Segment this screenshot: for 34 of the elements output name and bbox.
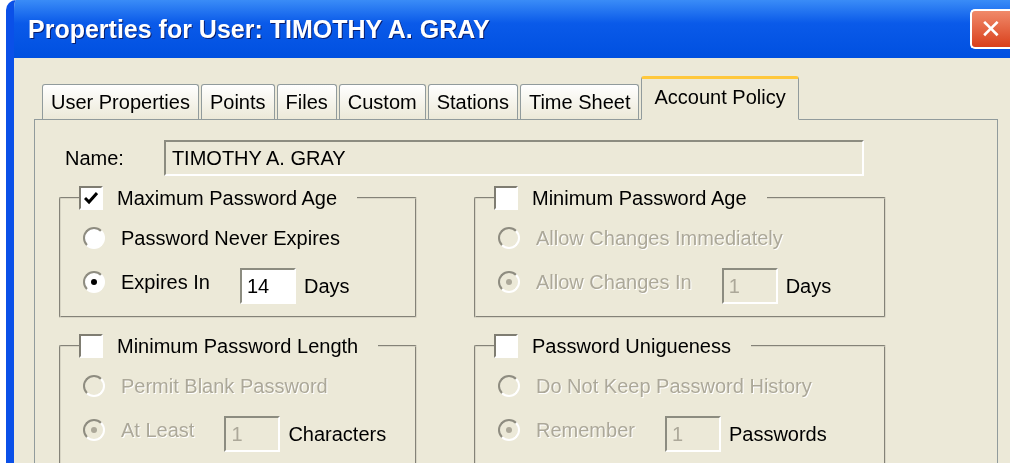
unit-label: Characters (288, 422, 387, 446)
radio-button[interactable] (83, 227, 105, 249)
group-title: Password Unigueness (532, 334, 731, 358)
option-label: At Least (121, 418, 195, 442)
check-icon (84, 191, 98, 205)
unit-label: Passwords (728, 422, 827, 446)
name-field[interactable]: TIMOTHY A. GRAY (163, 140, 864, 176)
group-title: Maximum Password Age (117, 186, 338, 210)
tab[interactable]: Time Sheet (519, 84, 640, 119)
group-title: Minimum Password Length (117, 334, 359, 358)
unit-label: Days (785, 274, 832, 298)
checkbox[interactable] (79, 186, 103, 210)
tab[interactable]: User Properties (42, 84, 199, 119)
checkbox[interactable] (494, 186, 518, 210)
option-label: Remember (536, 418, 635, 442)
option-label: Expires In (121, 270, 210, 294)
tab[interactable]: Stations (427, 84, 518, 119)
tab[interactable]: Points (200, 84, 275, 119)
option-label: Allow Changes Immediately (536, 226, 783, 250)
checkbox[interactable] (79, 334, 103, 358)
option-label: Allow Changes In (536, 270, 692, 294)
tab[interactable]: Account Policy (641, 76, 799, 120)
name-label: Name: (65, 146, 124, 170)
tab[interactable]: Custom (338, 84, 426, 119)
number-field[interactable]: 14 (239, 268, 296, 304)
unit-label: Days (303, 274, 350, 298)
option-label: Password Never Expires (121, 226, 340, 250)
group-title: Minimum Password Age (532, 186, 747, 210)
window-title: Properties for User: TIMOTHY A. GRAY (27, 14, 490, 44)
option-label: Do Not Keep Password History (536, 374, 812, 398)
tab[interactable]: Files (276, 84, 337, 119)
checkbox[interactable] (494, 334, 518, 358)
option-label: Permit Blank Password (121, 374, 328, 398)
radio-button[interactable] (83, 271, 105, 293)
